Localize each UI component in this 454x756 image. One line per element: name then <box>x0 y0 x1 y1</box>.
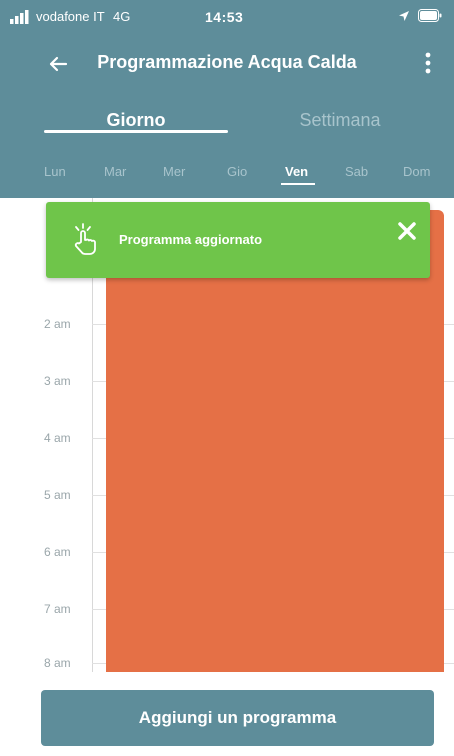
hour-label: 3 am <box>44 374 71 388</box>
day-ven[interactable]: Ven <box>285 164 308 179</box>
day-lun[interactable]: Lun <box>44 164 66 179</box>
carrier-name: vodafone IT <box>36 9 105 24</box>
view-tabs: Giorno Settimana <box>0 104 454 144</box>
day-mar[interactable]: Mar <box>104 164 126 179</box>
tap-hand-icon <box>74 223 96 255</box>
day-dom[interactable]: Dom <box>403 164 430 179</box>
network-type: 4G <box>113 9 131 24</box>
day-gio[interactable]: Gio <box>227 164 247 179</box>
close-icon[interactable] <box>398 222 416 240</box>
hour-label: 7 am <box>44 602 71 616</box>
location-arrow-icon <box>399 11 409 21</box>
toast-notification: Programma aggiornato <box>46 202 430 278</box>
program-block[interactable] <box>106 210 444 672</box>
tab-settimana[interactable]: Settimana <box>248 110 432 131</box>
signal-strength-icon <box>10 10 29 24</box>
hour-label: 6 am <box>44 545 71 559</box>
more-vertical-icon[interactable] <box>418 50 438 76</box>
toast-message: Programma aggiornato <box>119 232 263 247</box>
page-title: Programmazione Acqua Calda <box>97 52 357 72</box>
battery-icon <box>418 9 442 22</box>
day-sab[interactable]: Sab <box>345 164 368 179</box>
status-time: 14:53 <box>205 9 244 25</box>
add-program-button[interactable]: Aggiungi un programma <box>41 690 434 746</box>
active-day-indicator <box>281 183 315 185</box>
hour-label: 5 am <box>44 488 71 502</box>
hour-label: 8 am <box>44 656 71 670</box>
day-selector: Lun Mar Mer Gio Ven Sab Dom <box>0 164 454 192</box>
tab-giorno[interactable]: Giorno <box>44 110 228 131</box>
navigation-bar: Programmazione Acqua Calda <box>0 44 454 84</box>
app-header: vodafone IT 4G 14:53 Programmazione Acqu… <box>0 0 454 198</box>
day-mer[interactable]: Mer <box>163 164 185 179</box>
status-bar: vodafone IT 4G 14:53 <box>0 0 454 40</box>
hour-label: 4 am <box>44 431 71 445</box>
active-tab-indicator <box>44 130 228 133</box>
hour-label: 2 am <box>44 317 71 331</box>
